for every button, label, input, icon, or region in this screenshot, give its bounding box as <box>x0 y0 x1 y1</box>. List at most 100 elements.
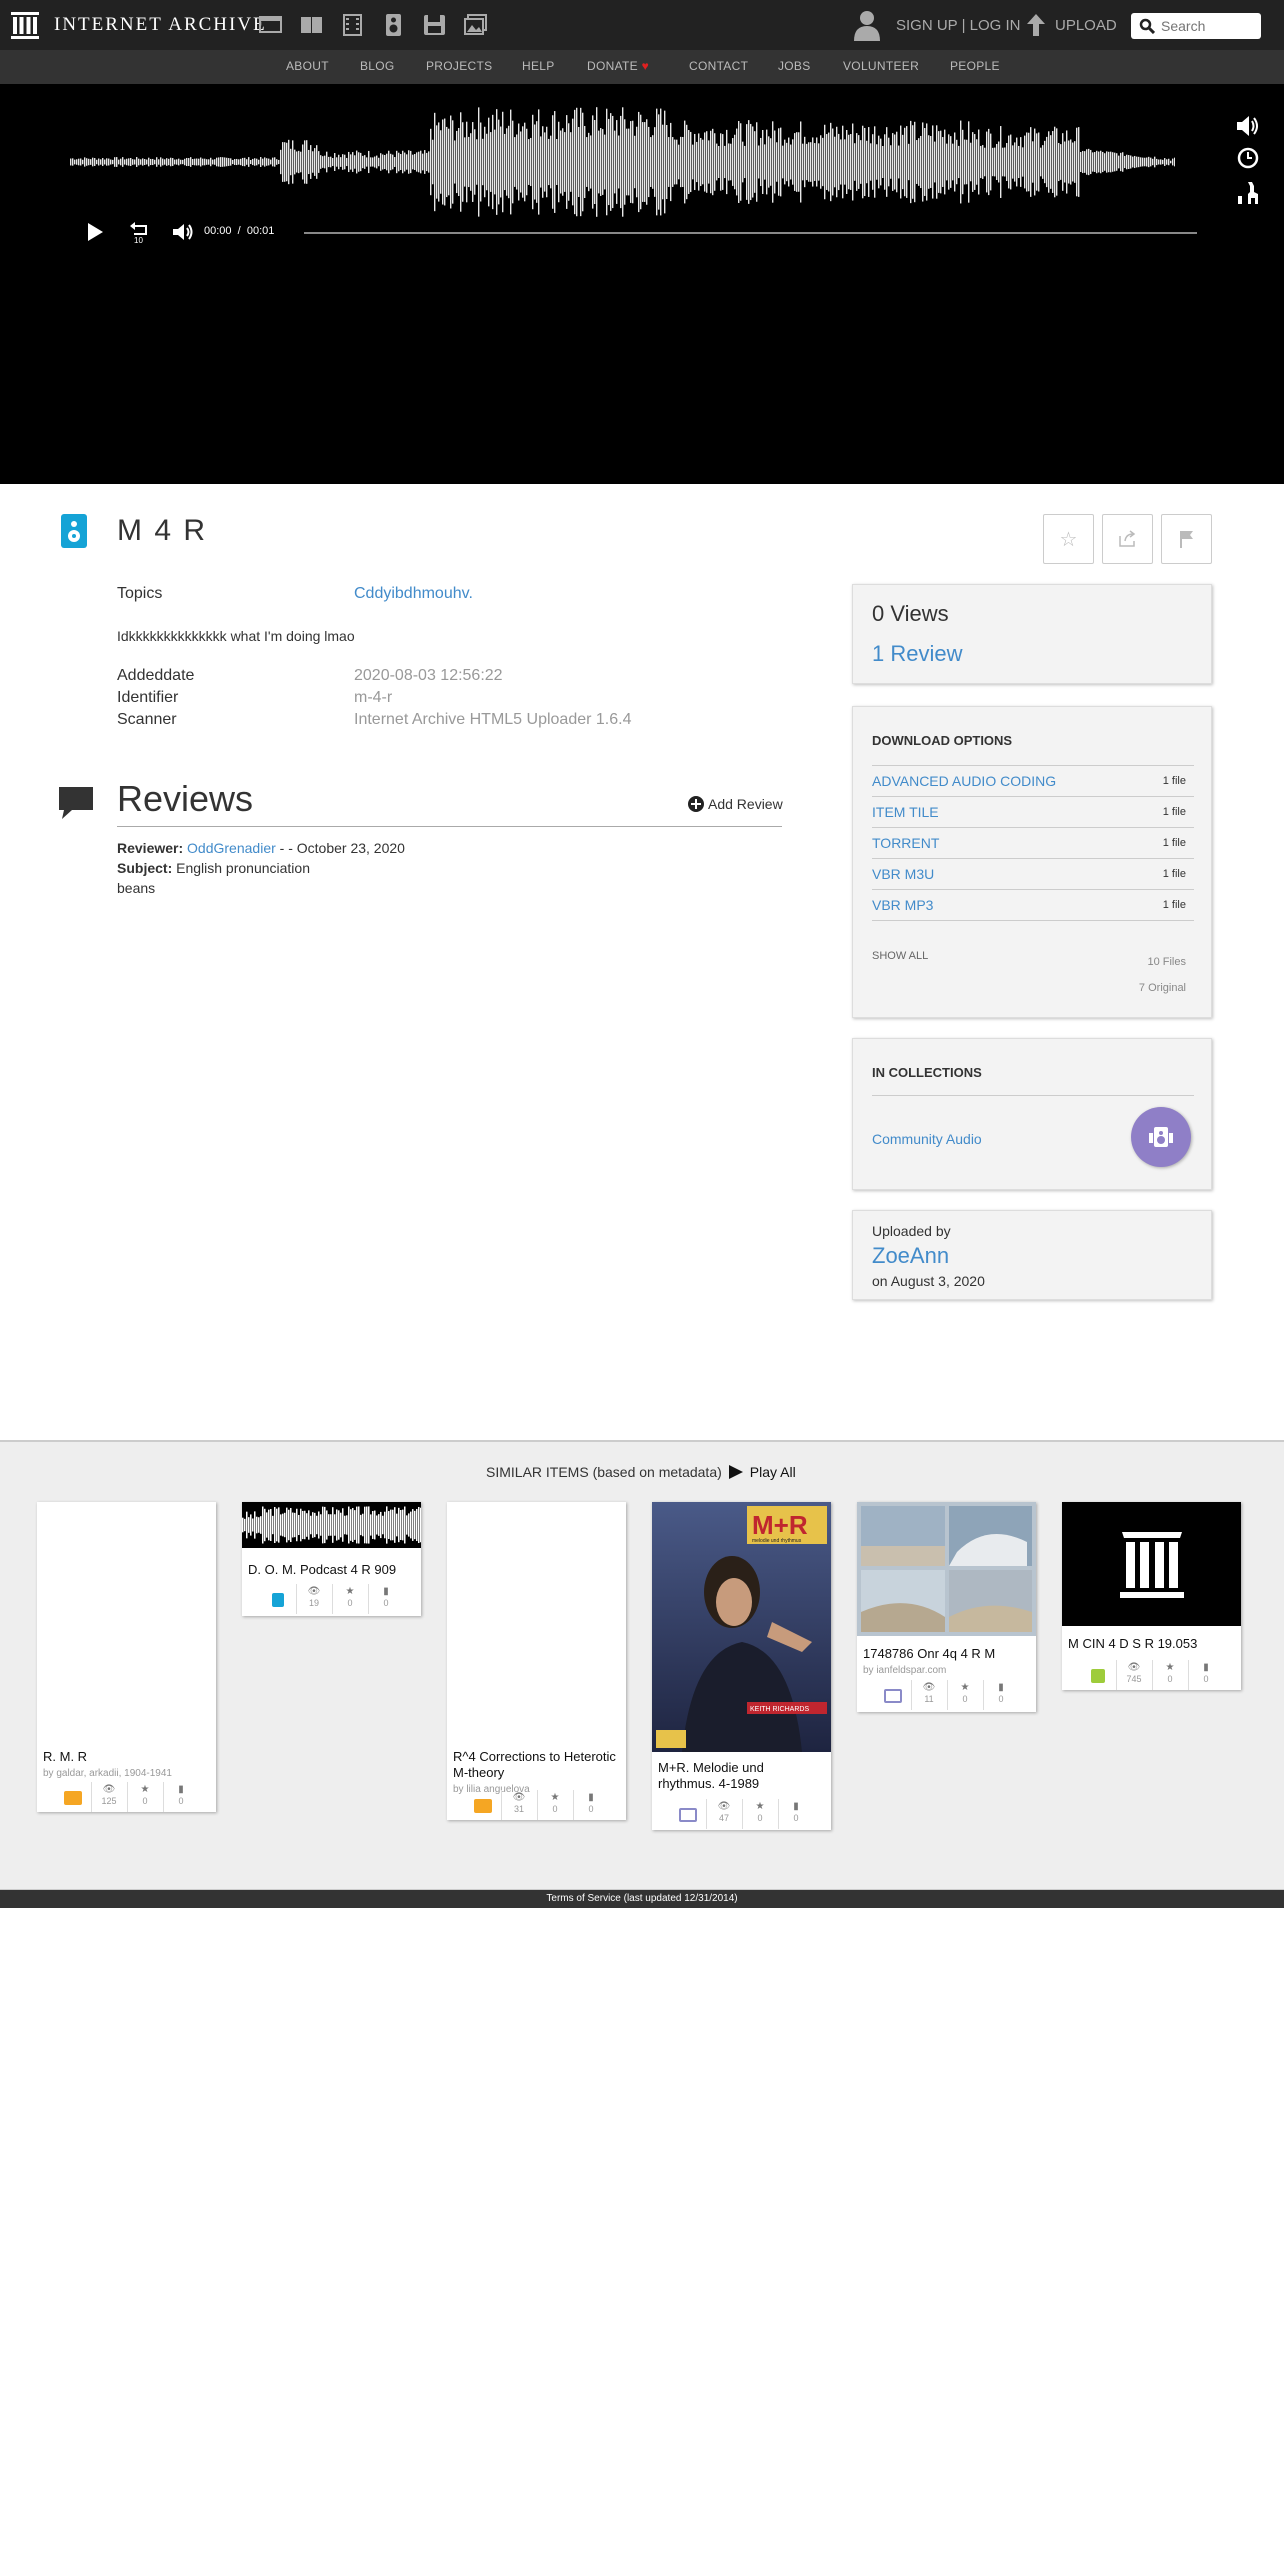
footer-terms-link[interactable]: Terms of Service (last updated 12/31/201… <box>0 1890 1284 1908</box>
favorite-button[interactable]: ☆ <box>1043 514 1094 564</box>
download-option-name[interactable]: ITEM TILE <box>872 804 939 820</box>
card-title[interactable]: R^4 Corrections to Heterotic M-theory <box>453 1749 618 1781</box>
play-icon[interactable] <box>86 222 104 242</box>
waveform-bar <box>1136 156 1138 168</box>
download-option[interactable]: TORRENT 1 file <box>872 827 1194 858</box>
similar-item-card[interactable]: R. M. R by galdar, arkadii, 1904-1941 👁 1… <box>37 1502 216 1812</box>
waveform-bar <box>458 127 460 197</box>
waveform-bar <box>396 150 398 174</box>
images-icon[interactable] <box>463 13 488 37</box>
download-option[interactable]: VBR MP3 1 file <box>872 889 1194 920</box>
texts-icon[interactable] <box>299 13 324 37</box>
download-option-name[interactable]: TORRENT <box>872 835 939 851</box>
waveform[interactable] <box>70 106 1175 226</box>
nav-volunteer[interactable]: VOLUNTEER <box>843 59 919 73</box>
search-input[interactable] <box>1161 18 1261 34</box>
nav-people[interactable]: PEOPLE <box>950 59 1000 73</box>
waveform-bar <box>898 145 900 179</box>
nav-help[interactable]: HELP <box>522 59 555 73</box>
waveform-bar <box>166 158 168 166</box>
waveform-bar <box>940 130 942 194</box>
download-option[interactable]: ADVANCED AUDIO CODING 1 file <box>872 765 1194 796</box>
user-icon[interactable] <box>852 9 882 41</box>
reviews-count-link[interactable]: 1 Review <box>872 641 962 667</box>
waveform-bar <box>1116 153 1118 171</box>
llama-icon[interactable] <box>1236 180 1260 210</box>
card-title[interactable]: D. O. M. Podcast 4 R 909 <box>248 1562 413 1578</box>
waveform-bar <box>170 157 172 167</box>
signup-login-link[interactable]: SIGN UP | LOG IN <box>896 17 1020 34</box>
waveform-bar <box>378 157 380 167</box>
waveform-bar <box>602 129 604 195</box>
waveform-bar <box>1114 152 1116 172</box>
mini-waveform-bar <box>270 1509 272 1541</box>
download-option-name[interactable]: VBR MP3 <box>872 897 933 913</box>
waveform-bar <box>650 137 652 187</box>
download-option[interactable]: VBR M3U 1 file <box>872 858 1194 889</box>
favorites-count: 0 <box>347 1598 353 1608</box>
waveform-bar <box>214 159 216 165</box>
waveform-bar <box>628 128 630 196</box>
nav-donate[interactable]: DONATE ♥ <box>587 59 649 73</box>
waveform-bar <box>594 119 596 205</box>
waveform-bar <box>164 159 166 165</box>
card-title[interactable]: R. M. R <box>43 1749 208 1765</box>
flag-button[interactable] <box>1161 514 1212 564</box>
show-all-link[interactable]: SHOW ALL <box>872 950 928 962</box>
download-option-name[interactable]: ADVANCED AUDIO CODING <box>872 773 1056 789</box>
waveform-bar <box>924 128 926 196</box>
card-title[interactable]: M+R. Melodie und rhythmus. 4-1989 <box>658 1760 823 1792</box>
card-title[interactable]: 1748786 Onr 4q 4 R M <box>863 1646 1028 1662</box>
card-title[interactable]: M CIN 4 D S R 19.053 <box>1068 1636 1233 1652</box>
waveform-bar <box>508 125 510 199</box>
similar-item-card[interactable]: 1748786 Onr 4q 4 R M by ianfeldspar.com … <box>857 1502 1036 1712</box>
search-icon[interactable] <box>1139 18 1155 34</box>
nav-about[interactable]: ABOUT <box>286 59 329 73</box>
download-option[interactable]: ITEM TILE 1 file <box>872 796 1194 827</box>
original-count: 7 Original <box>1138 982 1186 994</box>
waveform-bar <box>470 133 472 191</box>
similar-item-card[interactable]: M+R melodie und rhythmus KEITH RICHARDS … <box>652 1502 831 1830</box>
similar-item-card[interactable]: R^4 Corrections to Heterotic M-theory by… <box>447 1502 626 1820</box>
comment-icon <box>59 787 93 819</box>
replay-10-icon[interactable]: 10 <box>128 222 150 244</box>
waveform-bar <box>1014 142 1016 182</box>
waveform-bar <box>314 148 316 176</box>
audio-icon[interactable] <box>381 13 406 37</box>
uploaded-by-label: Uploaded by <box>872 1223 951 1239</box>
nav-contact[interactable]: CONTACT <box>689 59 748 73</box>
mini-waveform-bar <box>332 1507 334 1543</box>
waveform-bar <box>332 157 334 167</box>
collection-avatar[interactable] <box>1131 1107 1191 1167</box>
waveform-bar <box>668 137 670 187</box>
mini-waveform-bar <box>264 1508 266 1542</box>
waveform-bar <box>1044 140 1046 184</box>
add-review-button[interactable]: Add Review <box>688 796 783 812</box>
share-button[interactable] <box>1102 514 1153 564</box>
software-icon[interactable] <box>422 13 447 37</box>
reviewer-link[interactable]: OddGrenadier <box>187 840 276 856</box>
nav-blog[interactable]: BLOG <box>360 59 395 73</box>
similar-item-card[interactable]: M CIN 4 D S R 19.053 👁 745 ★ 0 ▮ 0 <box>1062 1502 1241 1690</box>
clock-icon[interactable] <box>1236 146 1260 174</box>
nav-jobs[interactable]: JOBS <box>778 59 811 73</box>
volume-icon[interactable] <box>172 222 194 242</box>
upload-link[interactable]: UPLOAD <box>1025 12 1117 38</box>
nav-projects[interactable]: PROJECTS <box>426 59 492 73</box>
topics-link[interactable]: Cddyibdhmouhv. <box>354 585 473 603</box>
volume-side-icon[interactable] <box>1236 114 1262 142</box>
download-option-name[interactable]: VBR M3U <box>872 866 934 882</box>
web-icon[interactable] <box>258 13 283 37</box>
play-all-button[interactable]: Play All <box>728 1464 796 1480</box>
uploader-link[interactable]: ZoeAnn <box>872 1243 949 1269</box>
mini-waveform-bar <box>288 1509 290 1541</box>
ia-logo[interactable]: INTERNET ARCHIVE <box>10 10 267 40</box>
similar-item-card[interactable]: D. O. M. Podcast 4 R 909 👁 19 ★ 0 ▮ 0 <box>242 1502 421 1616</box>
waveform-bar <box>836 126 838 198</box>
waveform-bar <box>1068 140 1070 184</box>
progress-bar[interactable] <box>304 232 1197 234</box>
collection-link[interactable]: Community Audio <box>872 1131 982 1147</box>
waveform-bar <box>1002 147 1004 177</box>
video-icon[interactable] <box>340 13 365 37</box>
waveform-bar <box>242 157 244 167</box>
